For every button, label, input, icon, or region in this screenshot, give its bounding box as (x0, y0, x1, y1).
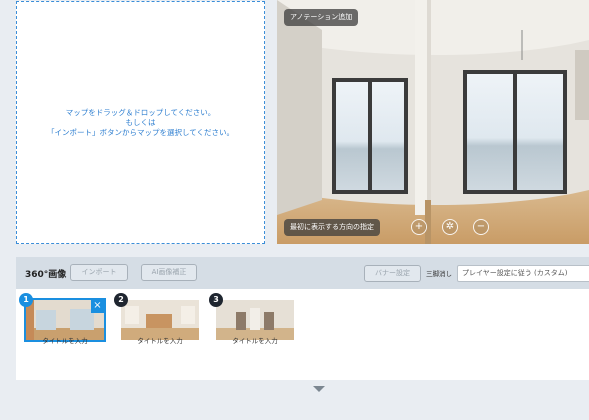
banner-settings-button[interactable]: バナー設定 (364, 265, 421, 282)
close-icon[interactable]: × (91, 300, 104, 313)
thumbnail-title[interactable]: タイトルを入力 (26, 335, 104, 345)
drop-instruction-line2: もしくは (125, 117, 156, 127)
thumbnail-item[interactable]: 3 (209, 293, 294, 340)
thumbnail-title[interactable]: タイトルを入力 (216, 335, 294, 345)
thumbnail-image (121, 300, 199, 340)
add-annotation-button[interactable]: アノテーション追加 (284, 9, 359, 26)
player-settings-select[interactable]: プレイヤー設定に従う (カスタム) (457, 265, 589, 282)
thumbnail-number-badge: 2 (114, 293, 128, 307)
thumbnail-item[interactable]: 1 × (19, 293, 106, 342)
thumbnail-number-badge: 1 (19, 293, 33, 307)
minus-icon[interactable]: − (473, 219, 489, 235)
add-icon[interactable]: + (411, 219, 427, 235)
panorama-viewer[interactable]: アノテーション追加 最初に表示する方向の指定 + ✲ − (277, 0, 589, 244)
images-toolbar: 360°画像 インポート AI画像補正 バナー設定 三脚消し プレイヤー設定に従… (16, 257, 589, 289)
initial-direction-button[interactable]: 最初に表示する方向の指定 (284, 219, 380, 236)
ai-image-correction-button[interactable]: AI画像補正 (141, 264, 197, 281)
drop-instruction-line1: マップをドラッグ＆ドロップしてください。 (65, 107, 216, 117)
import-button[interactable]: インポート (70, 264, 128, 281)
room-panorama-image (277, 0, 589, 244)
tripod-removal-label: 三脚消し (426, 270, 452, 278)
thumbnail-item[interactable]: 2 (114, 293, 199, 340)
thumbnail-list: 1 × タイトルを入力 2 タイトルを入力 3 タイトルを入力 (16, 289, 589, 380)
thumbnail-number-badge: 3 (209, 293, 223, 307)
expand-panel-icon[interactable] (313, 386, 325, 392)
thumbnail-image (216, 300, 294, 340)
map-drop-zone[interactable]: マップをドラッグ＆ドロップしてください。 もしくは 「インポート」ボタンからマッ… (16, 1, 265, 244)
images-section-title: 360°画像 (25, 270, 67, 280)
drop-instruction-line3: 「インポート」ボタンからマップを選択してください。 (46, 127, 235, 137)
settings-icon[interactable]: ✲ (442, 219, 458, 235)
thumbnail-title[interactable]: タイトルを入力 (121, 335, 199, 345)
